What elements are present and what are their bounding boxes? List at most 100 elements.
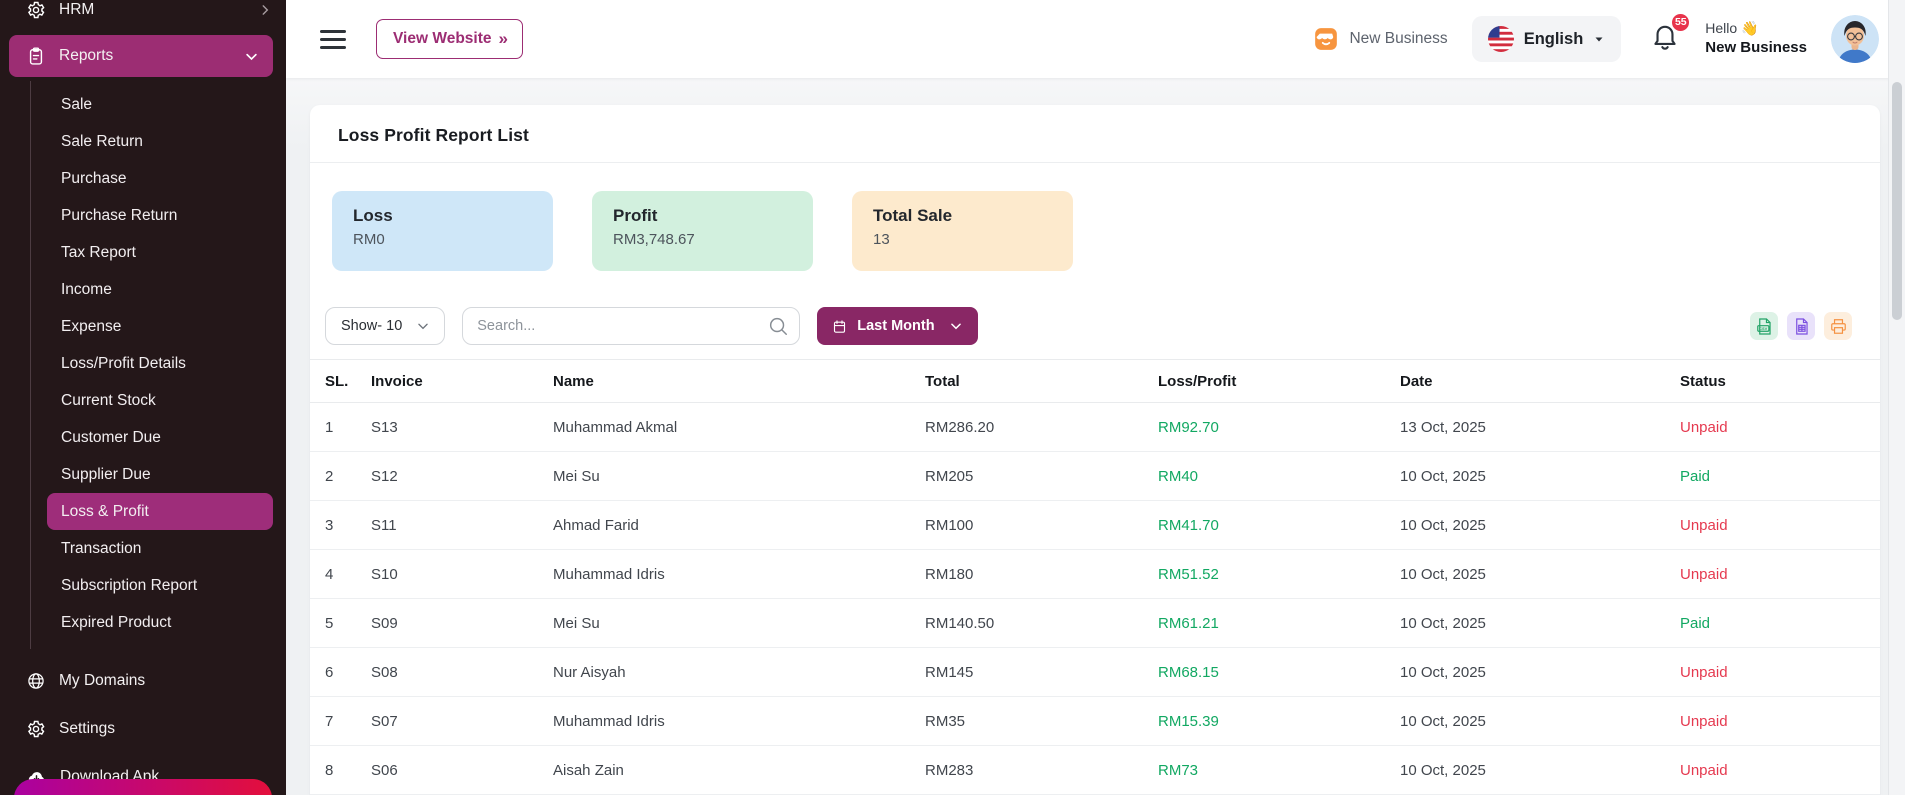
table-row[interactable]: 8S06Aisah ZainRM283RM7310 Oct, 2025Unpai… (310, 746, 1880, 795)
cell-invoice: S09 (371, 615, 553, 632)
date-filter-button[interactable]: Last Month (817, 307, 977, 345)
business-selector[interactable]: New Business (1313, 26, 1447, 52)
cell-total: RM205 (925, 468, 1158, 485)
sidebar-subitem-customer-due[interactable]: Customer Due (31, 419, 286, 456)
cell-total: RM286.20 (925, 419, 1158, 436)
avatar[interactable] (1831, 15, 1879, 63)
column-header: Total (925, 373, 1158, 390)
date-filter-value: Last Month (857, 318, 934, 334)
cell-invoice: S12 (371, 468, 553, 485)
shop-icon (1313, 26, 1339, 52)
sidebar-subitem-sale-return[interactable]: Sale Return (31, 123, 286, 160)
chevron-down-icon (244, 49, 259, 64)
cell-status: Unpaid (1680, 664, 1880, 681)
sidebar-item-my-domains[interactable]: My Domains (0, 661, 286, 701)
search-box (462, 307, 800, 345)
cell-date: 10 Oct, 2025 (1400, 762, 1680, 779)
summary-card-label: Profit (613, 206, 792, 226)
sidebar-subitem-income[interactable]: Income (31, 271, 286, 308)
cell-total: RM140.50 (925, 615, 1158, 632)
sidebar-subitem-sale[interactable]: Sale (31, 86, 286, 123)
export-buttons: CSV (1750, 312, 1852, 340)
cell-name: Muhammad Idris (553, 713, 925, 730)
cell-name: Ahmad Farid (553, 517, 925, 534)
sidebar-subitem-purchase[interactable]: Purchase (31, 160, 286, 197)
cell-total: RM100 (925, 517, 1158, 534)
chevron-down-icon (949, 319, 963, 333)
sidebar-item-hrm[interactable]: HRM (0, 0, 286, 29)
sidebar-subitem-expense[interactable]: Expense (31, 308, 286, 345)
content-area: Loss Profit Report List Loss RM0 Profit … (286, 78, 1905, 795)
sidebar-bottom-gradient-button[interactable] (14, 779, 272, 795)
search-input[interactable] (462, 307, 800, 345)
language-selector[interactable]: English (1472, 16, 1622, 62)
main-area: View Website » New Business (286, 0, 1905, 795)
cell-loss-profit: RM15.39 (1158, 713, 1400, 730)
cell-name: Aisah Zain (553, 762, 925, 779)
show-entries-value: Show- 10 (341, 318, 402, 334)
double-chevron-right-icon: » (499, 29, 506, 49)
view-website-button[interactable]: View Website » (376, 19, 523, 59)
hamburger-menu-icon[interactable] (316, 26, 350, 53)
summary-card-value: 13 (873, 231, 1052, 248)
table-controls: Show- 10 (310, 271, 1880, 345)
cell-sl: 2 (325, 468, 371, 485)
scrollbar-thumb[interactable] (1892, 82, 1902, 320)
sidebar-subitem-loss-profit-details[interactable]: Loss/Profit Details (31, 345, 286, 382)
sidebar-item-label: Reports (59, 47, 231, 65)
sidebar-subitem-expired-product[interactable]: Expired Product (31, 604, 286, 641)
table-body: 1S13Muhammad AkmalRM286.20RM92.7013 Oct,… (310, 403, 1880, 795)
cell-date: 10 Oct, 2025 (1400, 566, 1680, 583)
print-button[interactable] (1824, 312, 1852, 340)
report-panel: Loss Profit Report List Loss RM0 Profit … (310, 105, 1880, 795)
cell-loss-profit: RM51.52 (1158, 566, 1400, 583)
cell-sl: 8 (325, 762, 371, 779)
sidebar-subitem-tax-report[interactable]: Tax Report (31, 234, 286, 271)
sidebar-subitem-current-stock[interactable]: Current Stock (31, 382, 286, 419)
user-name: New Business (1705, 38, 1807, 58)
gear-icon (26, 719, 46, 739)
summary-card-value: RM0 (353, 231, 532, 248)
sidebar-item-label: My Domains (59, 672, 272, 690)
cell-status: Unpaid (1680, 566, 1880, 583)
chevron-right-icon (258, 3, 272, 17)
export-excel-button[interactable] (1787, 312, 1815, 340)
sidebar-item-reports[interactable]: Reports (9, 35, 273, 77)
wave-emoji: 👋 (1741, 20, 1758, 36)
scrollbar-track[interactable] (1888, 0, 1905, 795)
table-row[interactable]: 4S10Muhammad IdrisRM180RM51.5210 Oct, 20… (310, 550, 1880, 599)
sidebar-subitem-supplier-due[interactable]: Supplier Due (31, 456, 286, 493)
summary-cards-row: Loss RM0 Profit RM3,748.67 Total Sale 13 (310, 163, 1880, 271)
search-icon (767, 315, 789, 337)
cell-date: 10 Oct, 2025 (1400, 517, 1680, 534)
cell-sl: 6 (325, 664, 371, 681)
cell-status: Paid (1680, 468, 1880, 485)
column-header: SL. (325, 373, 371, 390)
cell-date: 10 Oct, 2025 (1400, 615, 1680, 632)
report-table: SL.InvoiceNameTotalLoss/ProfitDateStatus… (310, 359, 1880, 795)
table-row[interactable]: 2S12Mei SuRM205RM4010 Oct, 2025Paid (310, 452, 1880, 501)
cell-name: Muhammad Idris (553, 566, 925, 583)
sidebar-subitem-transaction[interactable]: Transaction (31, 530, 286, 567)
caret-down-icon (1593, 33, 1605, 45)
export-csv-button[interactable]: CSV (1750, 312, 1778, 340)
table-row[interactable]: 7S07Muhammad IdrisRM35RM15.3910 Oct, 202… (310, 697, 1880, 746)
sidebar-subitem-loss-profit[interactable]: Loss & Profit (47, 493, 273, 530)
hrm-icon (26, 0, 46, 20)
cell-total: RM145 (925, 664, 1158, 681)
show-entries-select[interactable]: Show- 10 (325, 307, 445, 345)
summary-card-profit: Profit RM3,748.67 (592, 191, 813, 271)
table-row[interactable]: 5S09Mei SuRM140.50RM61.2110 Oct, 2025Pai… (310, 599, 1880, 648)
summary-card-value: RM3,748.67 (613, 231, 792, 248)
sidebar-item-settings[interactable]: Settings (0, 709, 286, 749)
table-row[interactable]: 6S08Nur AisyahRM145RM68.1510 Oct, 2025Un… (310, 648, 1880, 697)
table-row[interactable]: 1S13Muhammad AkmalRM286.20RM92.7013 Oct,… (310, 403, 1880, 452)
table-row[interactable]: 3S11Ahmad FaridRM100RM41.7010 Oct, 2025U… (310, 501, 1880, 550)
page-title: Loss Profit Report List (338, 125, 1852, 146)
cell-loss-profit: RM92.70 (1158, 419, 1400, 436)
sidebar-subitem-subscription-report[interactable]: Subscription Report (31, 567, 286, 604)
sidebar-subitem-purchase-return[interactable]: Purchase Return (31, 197, 286, 234)
cell-name: Muhammad Akmal (553, 419, 925, 436)
sidebar: HRM Reports SaleSale ReturnPurchasePurch… (0, 0, 286, 795)
notifications-button[interactable]: 55 (1649, 21, 1681, 58)
